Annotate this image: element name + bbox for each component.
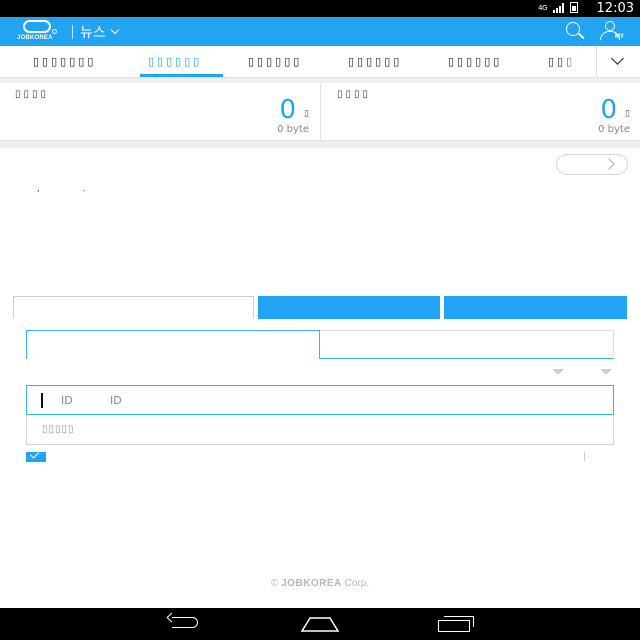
description-text: , . xyxy=(37,184,106,194)
stat-card-right[interactable]: ▯▯▯▯ 0 ▯ 0 byte xyxy=(320,83,640,140)
chevron-down-icon xyxy=(611,52,624,65)
logo-ring-icon xyxy=(23,20,51,33)
password-input[interactable]: ▯▯▯▯▯ xyxy=(26,415,614,445)
logo-dot-icon xyxy=(52,29,57,34)
tab-4[interactable]: ▯▯▯▯▯▯ xyxy=(348,46,402,77)
system-nav-bar xyxy=(0,608,640,640)
header-divider xyxy=(72,25,73,39)
tab-3[interactable]: ▯▯▯▯▯▯ xyxy=(248,46,302,77)
stat-bytes: 0 byte xyxy=(277,124,309,135)
id-placeholder: ID xyxy=(61,394,73,407)
my-label: MY xyxy=(615,34,624,40)
app-header: JOBKOREA 뉴스 MY xyxy=(0,17,640,46)
tab-5[interactable]: ▯▯▯▯▯▯ xyxy=(448,46,502,77)
search-icon-handle xyxy=(578,32,585,39)
footer-brand: JOBKOREA xyxy=(281,578,342,589)
stat-label: ▯▯▯▯ xyxy=(15,89,50,100)
home-button[interactable] xyxy=(300,616,340,632)
back-icon xyxy=(172,617,198,628)
status-icons: 4G xyxy=(538,2,578,13)
dropdown-arrow-icon[interactable] xyxy=(552,369,564,375)
login-type-tab-3[interactable] xyxy=(444,296,627,319)
link-divider xyxy=(584,452,585,461)
user-icon xyxy=(605,21,615,31)
logo-text: JOBKOREA xyxy=(17,35,53,41)
member-type-tab-2[interactable] xyxy=(320,330,614,359)
stat-value: 0 xyxy=(279,95,296,125)
stat-unit: ▯ xyxy=(625,109,630,119)
signal-icon xyxy=(553,2,564,13)
text-cursor xyxy=(41,393,43,408)
back-button[interactable] xyxy=(166,612,202,634)
section-title: 뉴스 xyxy=(80,25,106,41)
more-button[interactable] xyxy=(556,154,628,175)
jobkorea-logo[interactable]: JOBKOREA xyxy=(17,20,61,44)
network-type-label: 4G xyxy=(538,3,547,12)
home-icon xyxy=(300,617,340,632)
footer-copyright: © JOBKOREA Corp. xyxy=(0,578,640,589)
stat-label: ▯▯▯▯ xyxy=(337,89,372,100)
auto-login-checkbox[interactable] xyxy=(26,452,46,462)
footer-suffix: Corp. xyxy=(344,578,370,589)
battery-icon xyxy=(570,2,578,13)
tab-2[interactable]: ▯▯▯▯▯▯ xyxy=(148,46,202,77)
tabs-fade xyxy=(560,46,596,77)
my-page-button[interactable]: MY xyxy=(600,21,626,43)
dropdown-arrow-icon[interactable] xyxy=(600,369,612,375)
active-tab-indicator xyxy=(140,74,223,77)
stat-card-left[interactable]: ▯▯▯▯ 0 ▯ 0 byte xyxy=(0,83,320,140)
login-type-tab-2[interactable] xyxy=(258,296,440,319)
password-placeholder: ▯▯▯▯▯ xyxy=(42,424,75,435)
stats-panel: ▯▯▯▯ 0 ▯ 0 byte ▯▯▯▯ 0 ▯ 0 byte xyxy=(0,83,640,141)
recent-apps-button[interactable] xyxy=(438,616,476,632)
status-time: 12:03 xyxy=(596,1,634,16)
id-placeholder-secondary: ID xyxy=(110,394,122,407)
chevron-down-icon xyxy=(110,25,120,35)
search-button[interactable] xyxy=(566,22,588,42)
tabs-expand-button[interactable] xyxy=(596,46,640,77)
stat-value: 0 xyxy=(600,95,617,125)
check-icon xyxy=(29,452,40,459)
status-bar: 4G 12:03 xyxy=(0,0,640,17)
section-selector[interactable]: 뉴스 xyxy=(80,22,120,42)
stat-bytes: 0 byte xyxy=(598,124,630,135)
login-type-tab-1[interactable] xyxy=(13,296,254,319)
divider-band xyxy=(0,141,640,148)
stat-unit: ▯ xyxy=(304,109,309,119)
category-tabs: ▯▯▯▯▯▯▯ ▯▯▯▯▯▯ ▯▯▯▯▯▯ ▯▯▯▯▯▯ ▯▯▯▯▯▯ ▯▯▯ xyxy=(0,46,640,78)
copyright-symbol: © xyxy=(270,578,279,589)
member-type-tab-1[interactable] xyxy=(26,330,320,359)
recent-apps-icon-front xyxy=(438,620,470,632)
tab-1[interactable]: ▯▯▯▯▯▯▯ xyxy=(33,46,96,77)
chevron-right-icon xyxy=(603,158,615,170)
id-input[interactable]: ID ID xyxy=(26,385,614,415)
